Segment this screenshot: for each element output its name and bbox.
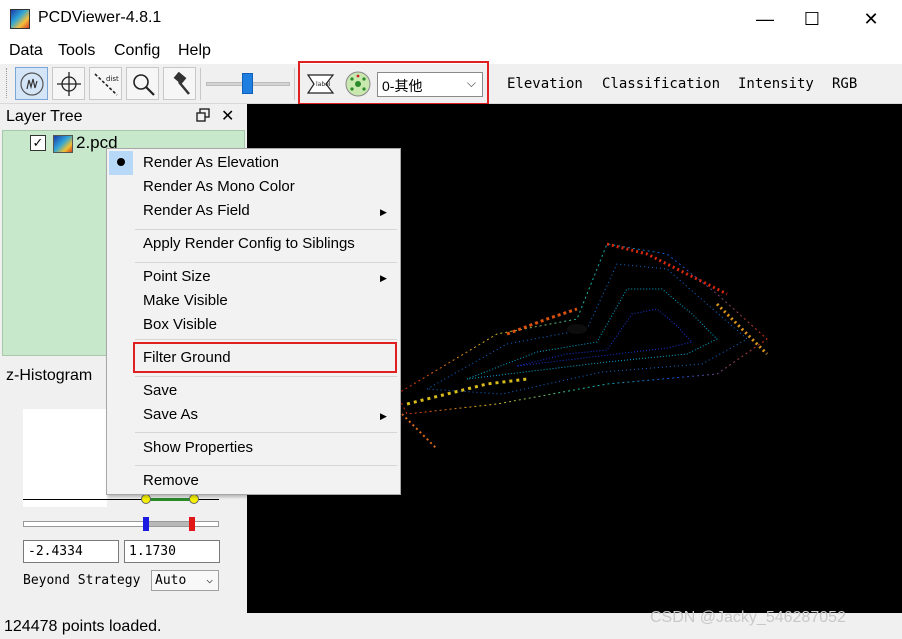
annotation-highlight-box — [298, 61, 489, 105]
crosshair-tool-button[interactable] — [52, 67, 85, 100]
hammer-icon — [173, 71, 190, 95]
histogram-min-handle[interactable] — [141, 494, 151, 504]
range-slider-fill — [146, 522, 192, 526]
dist-label: dist — [106, 75, 119, 83]
menu-item-render-as-field[interactable]: Render As Field — [143, 202, 250, 219]
menu-item-make-visible[interactable]: Make Visible — [143, 292, 228, 309]
histogram-plot — [23, 409, 107, 507]
min-value-input[interactable]: -2.4334 — [23, 540, 119, 563]
menu-tools[interactable]: Tools — [58, 42, 95, 60]
submenu-arrow-icon: ▶ — [380, 207, 387, 217]
menu-item-render-as-elevation[interactable]: Render As Elevation — [143, 154, 279, 171]
menu-separator — [135, 229, 397, 230]
close-button[interactable]: ✕ — [848, 0, 894, 38]
chevron-down-icon: ⌵ — [206, 573, 213, 586]
toolbar-grip — [6, 68, 9, 98]
minimize-button[interactable]: — — [742, 0, 788, 38]
radio-bullet-icon — [117, 158, 125, 166]
app-icon — [10, 9, 30, 29]
render-mode-classification[interactable]: Classification — [602, 76, 720, 92]
zoom-tool-button[interactable] — [126, 67, 159, 100]
beyond-strategy-label: Beyond Strategy — [23, 573, 141, 588]
point-cloud-layer-icon — [53, 135, 73, 153]
layer-tree-title: Layer Tree — [6, 108, 83, 125]
window-title: PCDViewer-4.8.1 — [38, 9, 162, 26]
magnifier-icon — [132, 73, 155, 96]
menu-separator — [135, 262, 397, 263]
menu-item-save-as[interactable]: Save As — [143, 406, 198, 423]
histogram-title: z-Histogram — [6, 367, 93, 384]
menu-data[interactable]: Data — [9, 42, 43, 60]
range-slider-high-handle[interactable] — [189, 517, 195, 531]
menu-config[interactable]: Config — [114, 42, 160, 60]
render-mode-intensity[interactable]: Intensity — [738, 76, 814, 92]
submenu-arrow-icon: ▶ — [380, 411, 387, 421]
menu-separator — [135, 376, 397, 377]
menu-item-point-size[interactable]: Point Size — [143, 268, 211, 285]
watermark: CSDN @Jacky_546287052 — [650, 609, 846, 626]
close-panel-icon[interactable]: ✕ — [221, 106, 234, 126]
float-panel-icon[interactable] — [196, 108, 210, 122]
menu-separator — [135, 339, 397, 340]
menu-item-show-properties[interactable]: Show Properties — [143, 439, 253, 456]
beyond-strategy-value: Auto — [155, 573, 187, 588]
menu-help[interactable]: Help — [178, 42, 211, 60]
crosshair-icon — [56, 71, 81, 96]
select-tool-button[interactable] — [15, 67, 48, 100]
menu-item-remove[interactable]: Remove — [143, 472, 199, 489]
annotation-highlight-box — [133, 342, 397, 373]
status-text: 124478 points loaded. — [4, 618, 162, 635]
range-slider-low-handle[interactable] — [143, 517, 149, 531]
menu-separator — [135, 432, 397, 433]
menu-item-box-visible[interactable]: Box Visible — [143, 316, 217, 333]
beyond-strategy-select[interactable]: Auto ⌵ — [151, 570, 219, 591]
distance-icon: dist — [93, 72, 119, 96]
histogram-max-handle[interactable] — [189, 494, 199, 504]
toolbar-separator — [294, 68, 295, 100]
distance-tool-button[interactable]: dist — [89, 67, 122, 100]
menu-item-render-as-mono-color[interactable]: Render As Mono Color — [143, 178, 295, 195]
pick-tool-button[interactable] — [163, 67, 196, 100]
menu-item-save[interactable]: Save — [143, 382, 177, 399]
menu-item-apply-render-config[interactable]: Apply Render Config to Siblings — [143, 235, 355, 252]
maximize-button[interactable]: ☐ — [789, 0, 835, 38]
toolbar-separator — [200, 68, 201, 100]
render-mode-elevation[interactable]: Elevation — [507, 76, 583, 92]
layer-visibility-checkbox[interactable]: ✓ — [30, 135, 46, 151]
render-mode-rgb[interactable]: RGB — [832, 76, 857, 92]
max-value-input[interactable]: 1.1730 — [124, 540, 220, 563]
point-size-slider-handle[interactable] — [242, 73, 253, 94]
select-icon — [19, 71, 44, 96]
submenu-arrow-icon: ▶ — [380, 273, 387, 283]
menu-separator — [135, 465, 397, 466]
